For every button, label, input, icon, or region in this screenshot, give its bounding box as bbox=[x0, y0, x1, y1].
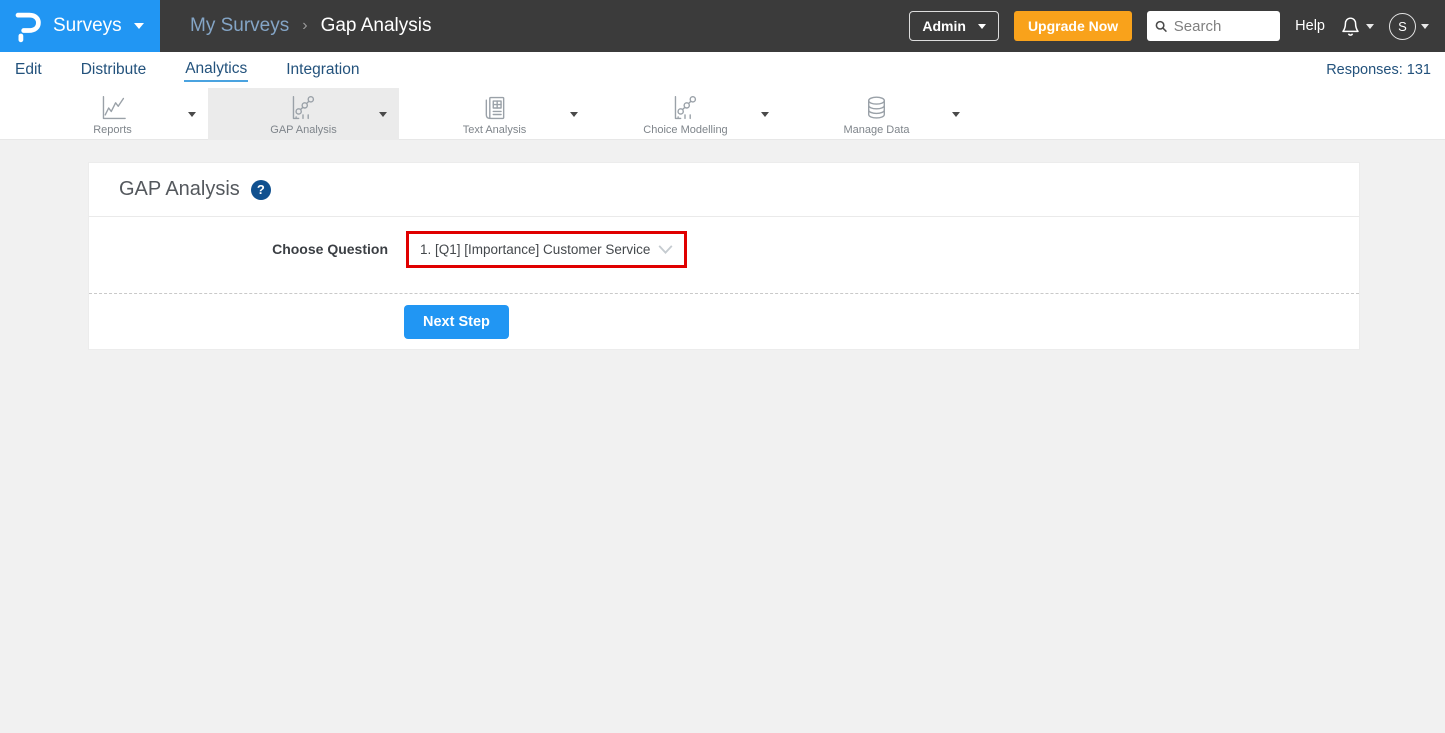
surveys-menu[interactable]: Surveys bbox=[0, 0, 160, 52]
toolbar-item-reports[interactable]: Reports bbox=[17, 88, 208, 140]
database-icon bbox=[863, 95, 890, 121]
search-box bbox=[1147, 11, 1280, 41]
admin-menu-button[interactable]: Admin bbox=[909, 11, 999, 41]
analytics-toolbar: Reports GAP Analysis bbox=[0, 88, 1445, 140]
next-step-button[interactable]: Next Step bbox=[404, 305, 509, 339]
question-select[interactable]: 1. [Q1] [Importance] Customer Service bbox=[409, 234, 684, 265]
choose-question-label: Choose Question bbox=[89, 241, 388, 257]
proprofs-logo-icon bbox=[15, 9, 41, 43]
toolbar-item-label: Text Analysis bbox=[463, 124, 527, 136]
help-link[interactable]: Help bbox=[1295, 18, 1325, 34]
chevron-down-icon[interactable] bbox=[761, 112, 769, 117]
breadcrumb: My Surveys › Gap Analysis bbox=[190, 15, 431, 37]
topbar-actions: Admin Upgrade Now Help S bbox=[909, 11, 1445, 41]
toolbar-item-choice-modelling[interactable]: Choice Modelling bbox=[590, 88, 781, 140]
annotation-highlight-box: 1. [Q1] [Importance] Customer Service bbox=[406, 231, 687, 268]
toolbar-item-manage-data[interactable]: Manage Data bbox=[781, 88, 972, 140]
tab-distribute[interactable]: Distribute bbox=[80, 59, 147, 81]
product-name: Surveys bbox=[53, 15, 122, 37]
chevron-down-icon[interactable] bbox=[379, 112, 387, 117]
help-icon[interactable]: ? bbox=[251, 180, 271, 200]
notifications-menu[interactable] bbox=[1340, 15, 1374, 38]
account-menu[interactable]: S bbox=[1389, 13, 1429, 40]
tab-edit[interactable]: Edit bbox=[14, 59, 43, 81]
upgrade-now-button[interactable]: Upgrade Now bbox=[1014, 11, 1132, 41]
search-input[interactable] bbox=[1174, 18, 1272, 35]
survey-nav: Edit Distribute Analytics Integration Re… bbox=[0, 52, 1445, 88]
toolbar-item-text-analysis[interactable]: Text Analysis bbox=[399, 88, 590, 140]
document-icon bbox=[481, 95, 509, 121]
topbar: Surveys My Surveys › Gap Analysis Admin … bbox=[0, 0, 1445, 52]
toolbar-item-gap-analysis[interactable]: GAP Analysis bbox=[208, 88, 399, 140]
chevron-down-icon bbox=[1366, 24, 1374, 29]
toolbar-item-label: GAP Analysis bbox=[270, 124, 336, 136]
breadcrumb-current: Gap Analysis bbox=[321, 15, 432, 37]
chevron-down-icon[interactable] bbox=[188, 112, 196, 117]
chevron-down-icon bbox=[658, 245, 673, 254]
search-icon bbox=[1155, 19, 1168, 34]
gap-analysis-panel: GAP Analysis ? Choose Question 1. [Q1] [… bbox=[88, 162, 1360, 350]
chevron-down-icon bbox=[134, 23, 144, 29]
question-select-value: 1. [Q1] [Importance] Customer Service bbox=[420, 242, 650, 257]
breadcrumb-separator-icon: › bbox=[302, 17, 307, 35]
bell-icon bbox=[1340, 15, 1361, 38]
avatar: S bbox=[1389, 13, 1416, 40]
main-content: GAP Analysis ? Choose Question 1. [Q1] [… bbox=[0, 140, 1445, 733]
toolbar-item-label: Choice Modelling bbox=[643, 124, 727, 136]
line-chart-icon bbox=[98, 95, 128, 121]
admin-label: Admin bbox=[922, 18, 966, 34]
chevron-down-icon[interactable] bbox=[570, 112, 578, 117]
chevron-down-icon[interactable] bbox=[952, 112, 960, 117]
action-row: Next Step bbox=[89, 293, 1359, 349]
chevron-down-icon bbox=[1421, 24, 1429, 29]
choose-question-row: Choose Question 1. [Q1] [Importance] Cus… bbox=[89, 217, 1359, 293]
tab-analytics[interactable]: Analytics bbox=[184, 58, 248, 82]
tab-integration[interactable]: Integration bbox=[285, 59, 360, 81]
chevron-down-icon bbox=[978, 24, 986, 29]
scatter-chart-icon bbox=[288, 95, 318, 121]
scatter-chart-icon bbox=[670, 95, 700, 121]
toolbar-item-label: Reports bbox=[93, 124, 132, 136]
breadcrumb-my-surveys[interactable]: My Surveys bbox=[190, 15, 289, 37]
panel-header: GAP Analysis ? bbox=[89, 163, 1359, 217]
toolbar-item-label: Manage Data bbox=[843, 124, 909, 136]
page-title: GAP Analysis bbox=[119, 178, 240, 201]
responses-count: Responses: 131 bbox=[1326, 62, 1431, 78]
